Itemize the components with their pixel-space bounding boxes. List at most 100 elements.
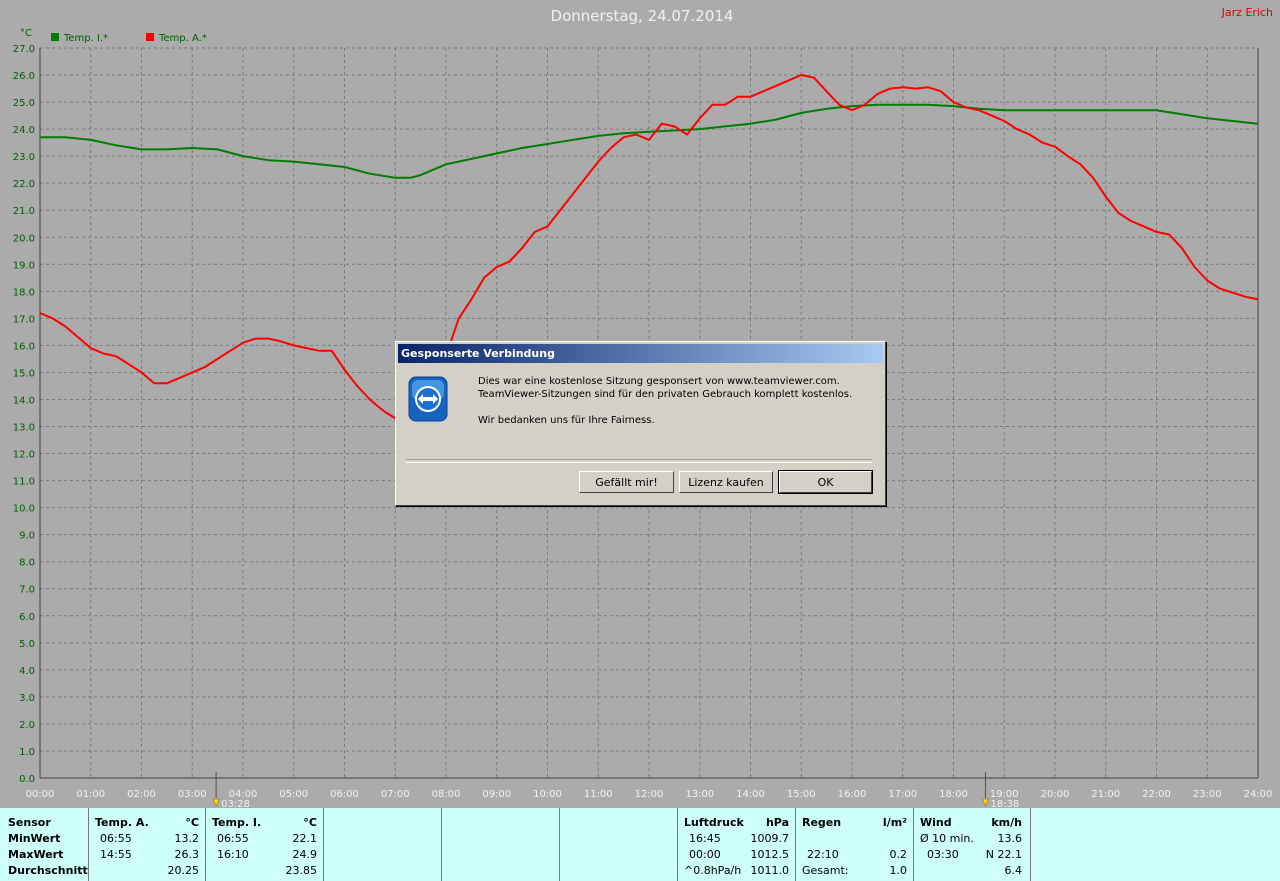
x-tick-label: 23:00	[1193, 789, 1222, 800]
x-tick-label: 20:00	[1041, 789, 1070, 800]
rain-header: Regen	[802, 816, 842, 829]
stats-col-temp-i: Temp. I. °C 06:55 22.1 16:10 24.9 23.85	[206, 808, 324, 881]
x-tick-label: 21:00	[1091, 789, 1120, 800]
y-tick-label: 7.0	[19, 585, 35, 596]
temp-a-unit: °C	[185, 816, 199, 829]
y-tick-label: 13.0	[13, 423, 35, 434]
temp-a-max-time: 14:55	[100, 848, 132, 861]
y-tick-label: 0.0	[19, 774, 35, 785]
temp-i-avg-value: 23.85	[285, 864, 318, 877]
y-tick-label: 15.0	[13, 368, 35, 379]
sunset-marker-icon	[982, 798, 989, 807]
buy-license-button[interactable]: Lizenz kaufen	[679, 471, 773, 493]
like-button[interactable]: Gefällt mir!	[579, 471, 674, 493]
legend-swatch-temp-i	[51, 33, 59, 41]
wind-r1-label: Ø 10 min.	[920, 832, 974, 845]
pressure-trend: ^0.8hPa/h	[684, 864, 742, 877]
temp-a-header: Temp. A.	[95, 816, 149, 829]
y-tick-label: 6.0	[19, 612, 35, 623]
temp-i-min-value: 22.1	[292, 832, 318, 845]
y-tick-label: 4.0	[19, 666, 35, 677]
temp-a-avg-value: 20.25	[167, 864, 200, 877]
wind-r1-value: 13.6	[997, 832, 1023, 845]
legend-label-temp-a: Temp. A.*	[158, 33, 207, 44]
dialog-text-line1: Dies war eine kostenlose Sitzung gespons…	[478, 376, 840, 387]
y-tick-label: 23.0	[13, 152, 35, 163]
stats-col-empty-2	[442, 808, 560, 881]
x-tick-label: 01:00	[76, 789, 105, 800]
x-tick-label: 03:00	[178, 789, 207, 800]
x-tick-label: 12:00	[635, 789, 664, 800]
sponsored-session-dialog: Gesponserte Verbindung Dies war eine kos…	[395, 341, 886, 506]
y-tick-label: 20.0	[13, 233, 35, 244]
stats-col-rain: Regen l/m² 22:10 0.2 Gesamt: 1.0	[796, 808, 914, 881]
y-tick-label: 11.0	[13, 477, 35, 488]
x-tick-label: 08:00	[432, 789, 461, 800]
chart-title: Donnerstag, 24.07.2014	[551, 7, 734, 25]
x-tick-label: 07:00	[381, 789, 410, 800]
wind-unit: km/h	[991, 816, 1022, 829]
teamviewer-icon	[408, 376, 448, 422]
x-tick-label: 18:00	[939, 789, 968, 800]
x-tick-label: 11:00	[584, 789, 613, 800]
y-tick-label: 3.0	[19, 693, 35, 704]
ok-button[interactable]: OK	[778, 470, 873, 494]
author-label: Jarz Erich	[1221, 6, 1273, 19]
stats-col-temp-a: Temp. A. °C 06:55 13.2 14:55 26.3 20.25	[89, 808, 206, 881]
wind-header: Wind	[920, 816, 952, 829]
x-tick-label: 16:00	[838, 789, 867, 800]
pressure-unit: hPa	[765, 816, 789, 829]
sunrise-marker-icon	[212, 798, 220, 807]
x-tick-label: 15:00	[787, 789, 816, 800]
row-label-min: MinWert	[8, 832, 61, 845]
x-tick-label: 06:00	[330, 789, 359, 800]
sunrise-time-label: 03:28	[221, 799, 250, 808]
temp-i-header: Temp. I.	[212, 816, 262, 829]
stats-panel: Sensor MinWert MaxWert Durchschnitt Temp…	[0, 808, 1280, 881]
rain-total-label: Gesamt:	[802, 864, 849, 877]
y-tick-label: 2.0	[19, 720, 35, 731]
row-label-max: MaxWert	[8, 848, 64, 861]
legend-label-temp-i: Temp. I.*	[63, 33, 108, 44]
y-tick-label: 9.0	[19, 531, 35, 542]
pressure-r1-value: 1009.7	[750, 832, 790, 845]
x-tick-label: 22:00	[1142, 789, 1171, 800]
y-tick-label: 5.0	[19, 639, 35, 650]
legend: Temp. I.* Temp. A.*	[51, 33, 207, 44]
y-tick-label: 25.0	[13, 98, 35, 109]
wind-r2-value: N 22.1	[985, 848, 1022, 861]
x-tick-label: 09:00	[482, 789, 511, 800]
wind-r2-time: 03:30	[927, 848, 959, 861]
temp-a-max-value: 26.3	[174, 848, 200, 861]
stats-col-empty-3	[560, 808, 678, 881]
stats-col-wind: Wind km/h Ø 10 min. 13.6 03:30 N 22.1 6.…	[914, 808, 1031, 881]
y-axis-label: °C	[20, 28, 32, 39]
y-tick-label: 24.0	[13, 125, 35, 136]
stats-col-sensor: Sensor MinWert MaxWert Durchschnitt	[0, 808, 89, 881]
y-tick-label: 26.0	[13, 71, 35, 82]
x-tick-label: 13:00	[685, 789, 714, 800]
x-tick-label: 02:00	[127, 789, 156, 800]
legend-swatch-temp-a	[146, 33, 154, 41]
pressure-r2-value: 1012.5	[750, 848, 790, 861]
stats-col-pressure: Luftdruck hPa 16:45 1009.7 00:00 1012.5 …	[678, 808, 796, 881]
sunset-time-label: 18:38	[990, 799, 1019, 808]
rain-r2-value: 0.2	[889, 848, 908, 861]
x-tick-label: 17:00	[888, 789, 917, 800]
y-tick-label: 19.0	[13, 260, 35, 271]
temp-i-max-time: 16:10	[217, 848, 249, 861]
pressure-r2-time: 00:00	[689, 848, 721, 861]
x-tick-label: 10:00	[533, 789, 562, 800]
dialog-title: Gesponserte Verbindung	[398, 344, 883, 363]
y-tick-label: 17.0	[13, 314, 35, 325]
y-tick-label: 18.0	[13, 287, 35, 298]
x-tick-label: 00:00	[26, 789, 55, 800]
y-tick-label: 27.0	[13, 44, 35, 55]
x-tick-label: 14:00	[736, 789, 765, 800]
y-tick-label: 22.0	[13, 179, 35, 190]
pressure-header: Luftdruck	[684, 816, 744, 829]
y-tick-label: 21.0	[13, 206, 35, 217]
temp-i-max-value: 24.9	[292, 848, 318, 861]
y-tick-label: 14.0	[13, 395, 35, 406]
y-tick-label: 1.0	[19, 747, 35, 758]
